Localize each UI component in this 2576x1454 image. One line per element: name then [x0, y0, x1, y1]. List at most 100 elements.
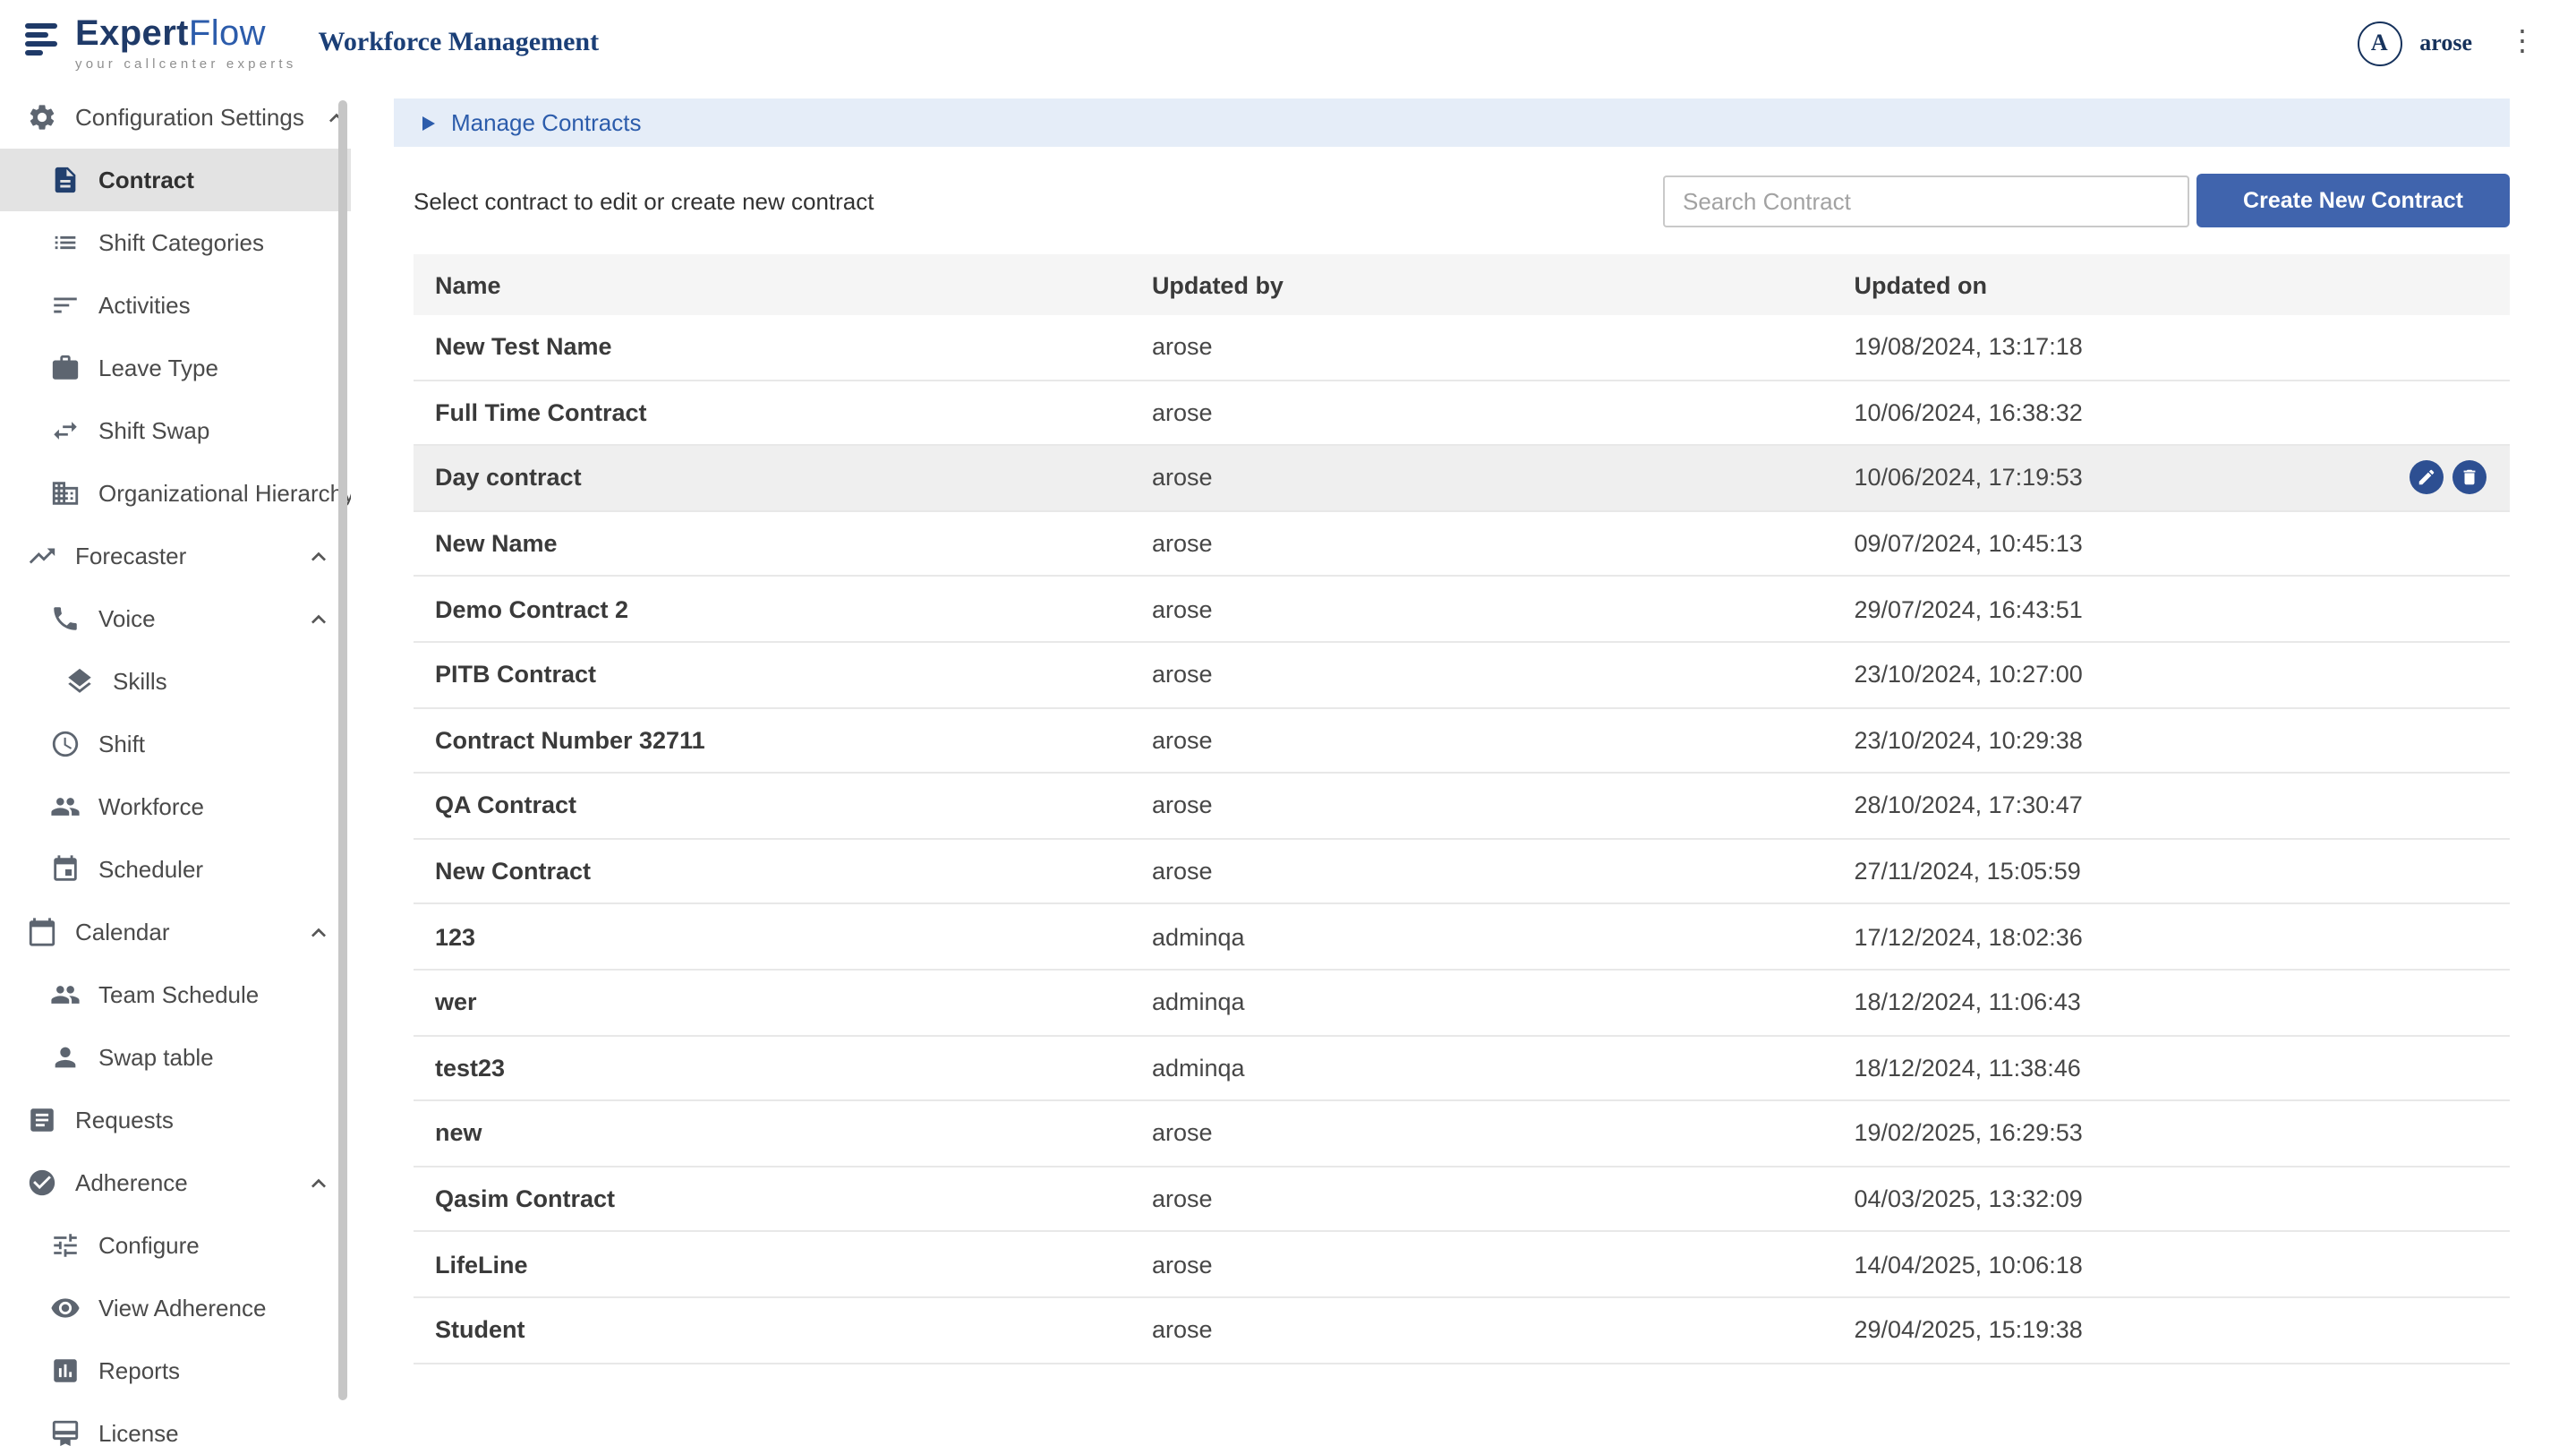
sidebar-item-organizational-hierarchy[interactable]: Organizational Hierarchy [0, 462, 351, 525]
sidebar-item-license[interactable]: License [0, 1402, 351, 1454]
manage-contracts-banner[interactable]: Manage Contracts [394, 98, 2510, 147]
sidebar-item-label: Adherence [75, 1169, 188, 1196]
sidebar-item-label: Team Schedule [98, 981, 259, 1008]
cell-name: Full Time Contract [414, 399, 1130, 426]
chevron-up-icon [304, 604, 333, 633]
table-header: Name Updated by Updated on [414, 254, 2510, 315]
person-icon [50, 1042, 81, 1073]
cell-name: New Name [414, 530, 1130, 557]
sidebar-item-leave-type[interactable]: Leave Type [0, 337, 351, 399]
building-icon [50, 478, 81, 509]
cell-updated-on: 18/12/2024, 11:38:46 [1833, 1055, 2510, 1082]
table-row-new[interactable]: newarose19/02/2025, 16:29:53 [414, 1101, 2510, 1167]
sidebar-item-label: Reports [98, 1357, 180, 1384]
search-input[interactable] [1663, 175, 2189, 227]
chevron-up-icon [304, 1168, 333, 1197]
cell-updated-by: arose [1130, 858, 1833, 885]
cell-name: QA Contract [414, 792, 1130, 819]
people-icon [50, 979, 81, 1010]
sidebar-item-shift-swap[interactable]: Shift Swap [0, 399, 351, 462]
create-new-contract-button[interactable]: Create New Contract [2196, 174, 2510, 227]
table-row-demo-contract-2[interactable]: Demo Contract 2arose29/07/2024, 16:43:51 [414, 577, 2510, 643]
cell-updated-by: arose [1130, 530, 1833, 557]
sidebar-item-reports[interactable]: Reports [0, 1339, 351, 1402]
cell-updated-by: adminqa [1130, 1055, 1833, 1082]
settings-icon [27, 102, 57, 133]
sidebar-item-configuration-settings[interactable]: Configuration Settings [0, 86, 351, 149]
sidebar-item-label: Swap table [98, 1044, 214, 1071]
sidebar-item-adherence[interactable]: Adherence [0, 1151, 351, 1214]
sidebar-item-view-adherence[interactable]: View Adherence [0, 1277, 351, 1339]
table-row-123[interactable]: 123adminqa17/12/2024, 18:02:36 [414, 905, 2510, 971]
sidebar-item-voice[interactable]: Voice [0, 587, 351, 650]
table-row-new-test-name[interactable]: New Test Namearose19/08/2024, 13:17:18 [414, 315, 2510, 381]
trending-icon [27, 541, 57, 571]
sidebar-item-shift[interactable]: Shift [0, 713, 351, 775]
cell-updated-by: arose [1130, 334, 1833, 361]
column-header-updated-by: Updated by [1130, 271, 1833, 298]
contract-icon [50, 165, 81, 195]
table-row-student[interactable]: Studentarose29/04/2025, 15:19:38 [414, 1298, 2510, 1364]
table-row-qasim-contract[interactable]: Qasim Contractarose04/03/2025, 13:32:09 [414, 1167, 2510, 1232]
table-row-contract-number-32711[interactable]: Contract Number 32711arose23/10/2024, 10… [414, 708, 2510, 774]
brand-tagline: your callcenter experts [75, 57, 297, 71]
sidebar: Configuration Settings Contract Shift Cate… [0, 86, 351, 1454]
sidebar-scrollbar[interactable] [338, 100, 347, 1400]
contracts-table-body: New Test Namearose19/08/2024, 13:17:18Fu… [414, 315, 2510, 1364]
table-row-test23[interactable]: test23adminqa18/12/2024, 11:38:46 [414, 1036, 2510, 1101]
people-icon [50, 791, 81, 822]
sidebar-item-label: View Adherence [98, 1295, 266, 1321]
eye-icon [50, 1293, 81, 1323]
avatar[interactable]: A [2357, 21, 2401, 65]
sidebar-item-configure[interactable]: Configure [0, 1214, 351, 1277]
sidebar-item-activities[interactable]: Activities [0, 274, 351, 337]
cell-updated-on: 29/07/2024, 16:43:51 [1833, 595, 2510, 622]
cell-updated-on: 18/12/2024, 11:06:43 [1833, 988, 2510, 1015]
table-row-pitb-contract[interactable]: PITB Contractarose23/10/2024, 10:27:00 [414, 643, 2510, 708]
cell-updated-on: 04/03/2025, 13:32:09 [1833, 1185, 2510, 1212]
sidebar-item-forecaster[interactable]: Forecaster [0, 525, 351, 587]
cell-updated-on: 19/08/2024, 13:17:18 [1833, 334, 2510, 361]
table-row-new-contract[interactable]: New Contractarose27/11/2024, 15:05:59 [414, 840, 2510, 905]
header-right: A arose ⋮ [2357, 21, 2544, 65]
table-row-lifeline[interactable]: LifeLinearose14/04/2025, 10:06:18 [414, 1233, 2510, 1298]
sidebar-item-contract[interactable]: Contract [0, 149, 351, 211]
table-row-new-name[interactable]: New Namearose09/07/2024, 10:45:13 [414, 512, 2510, 577]
page-title: Workforce Management [319, 28, 600, 58]
sidebar-item-label: Shift Categories [98, 229, 264, 256]
table-row-full-time-contract[interactable]: Full Time Contractarose10/06/2024, 16:38… [414, 381, 2510, 446]
sidebar-item-skills[interactable]: Skills [0, 650, 351, 713]
sidebar-item-scheduler[interactable]: Scheduler [0, 838, 351, 901]
sidebar-item-label: Configuration Settings [75, 104, 304, 131]
sidebar-item-team-schedule[interactable]: Team Schedule [0, 963, 351, 1026]
sidebar-item-calendar[interactable]: Calendar [0, 901, 351, 963]
sidebar-item-label: License [98, 1420, 179, 1447]
sidebar-nav: Configuration Settings Contract Shift Cate… [0, 86, 351, 1454]
toolbar: Select contract to edit or create new co… [394, 174, 2510, 227]
kebab-menu-icon[interactable]: ⋮ [2501, 25, 2544, 61]
sidebar-item-workforce[interactable]: Workforce [0, 775, 351, 838]
brand-expert: Expert [75, 14, 189, 54]
cell-name: Qasim Contract [414, 1185, 1130, 1212]
sidebar-item-shift-categories[interactable]: Shift Categories [0, 211, 351, 274]
cell-updated-on: 09/07/2024, 10:45:13 [1833, 530, 2510, 557]
table-row-day-contract[interactable]: Day contractarose10/06/2024, 17:19:53 [414, 446, 2510, 511]
column-header-updated-on: Updated on [1833, 271, 2510, 298]
sidebar-item-label: Skills [113, 668, 167, 695]
sidebar-item-swap-table[interactable]: Swap table [0, 1026, 351, 1089]
check-circle-icon [27, 1167, 57, 1198]
table-row-qa-contract[interactable]: QA Contractarose28/10/2024, 17:30:47 [414, 774, 2510, 839]
brand-flow: Flow [189, 14, 266, 54]
tune-icon [50, 1230, 81, 1261]
cell-updated-on: 27/11/2024, 15:05:59 [1833, 858, 2510, 885]
event-icon [50, 854, 81, 885]
cell-updated-by: arose [1130, 1120, 1833, 1147]
cell-updated-by: arose [1130, 1251, 1833, 1278]
app-window: ExpertFlow your callcenter experts Workf… [0, 0, 2576, 1454]
cell-name: wer [414, 988, 1130, 1015]
table-row-wer[interactable]: weradminqa18/12/2024, 11:06:43 [414, 971, 2510, 1036]
sidebar-item-requests[interactable]: Requests [0, 1089, 351, 1151]
delete-row-button[interactable] [2452, 461, 2486, 495]
sidebar-item-label: Scheduler [98, 856, 203, 883]
edit-row-button[interactable] [2410, 461, 2444, 495]
